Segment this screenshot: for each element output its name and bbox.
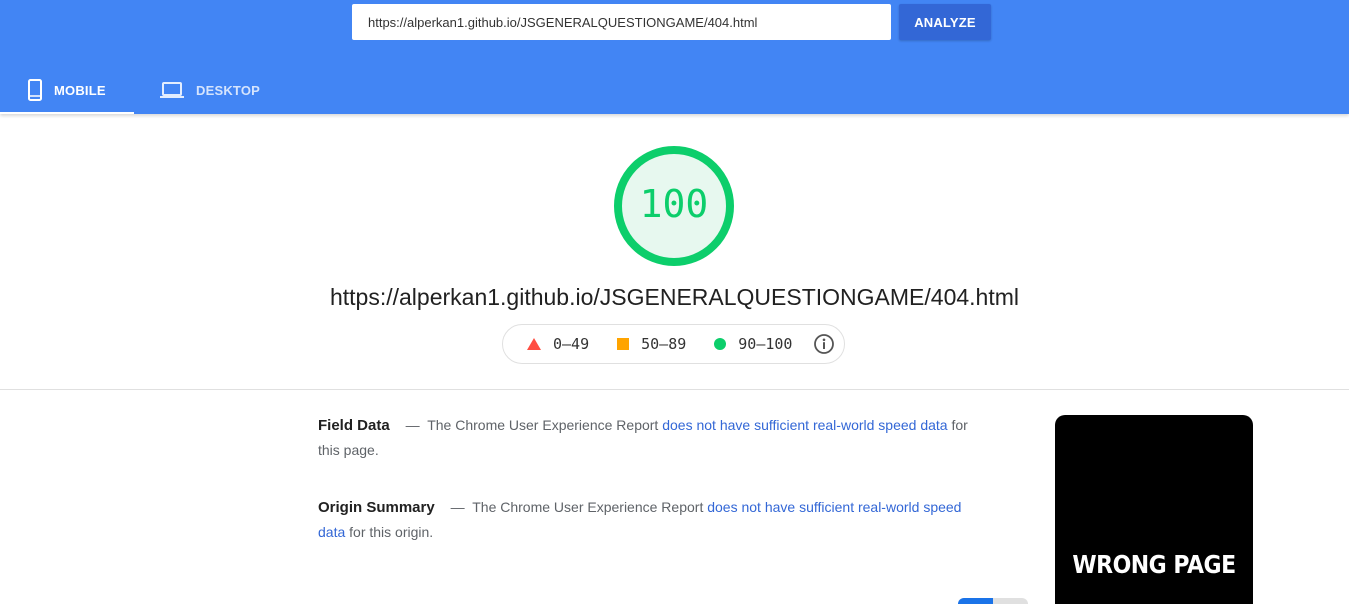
legend-item-average: 50–89 bbox=[617, 335, 686, 353]
view-toggle[interactable] bbox=[958, 598, 1028, 604]
performance-score: 100 bbox=[639, 182, 709, 226]
score-legend: 0–49 50–89 90–100 bbox=[502, 324, 845, 364]
origin-summary-title: Origin Summary bbox=[318, 499, 435, 516]
origin-summary-suffix: for this origin. bbox=[349, 524, 434, 540]
circle-icon bbox=[714, 338, 727, 350]
square-icon bbox=[617, 338, 630, 350]
field-data-link[interactable]: does not have sufficient real-world spee… bbox=[662, 417, 947, 433]
screenshot-text: WRONG PAGE bbox=[1072, 551, 1236, 580]
laptop-icon bbox=[160, 82, 184, 98]
legend-item-fail: 0–49 bbox=[527, 335, 589, 353]
tab-desktop-label: DESKTOP bbox=[196, 82, 261, 98]
legend-range-pass: 90–100 bbox=[738, 335, 793, 353]
triangle-icon bbox=[527, 338, 541, 350]
mobile-phone-icon bbox=[28, 79, 42, 101]
analyze-button[interactable]: ANALYZE bbox=[899, 4, 991, 40]
tab-desktop[interactable]: DESKTOP bbox=[134, 66, 284, 114]
section-divider bbox=[0, 389, 1349, 390]
legend-item-pass: 90–100 bbox=[714, 335, 792, 353]
page-screenshot: WRONG PAGE bbox=[1055, 415, 1253, 604]
field-data-title: Field Data bbox=[318, 417, 390, 434]
origin-summary-text: The Chrome User Experience Report bbox=[472, 499, 704, 515]
tab-mobile-label: MOBILE bbox=[54, 82, 106, 98]
tab-mobile[interactable]: MOBILE bbox=[0, 66, 134, 114]
legend-range-average: 50–89 bbox=[641, 335, 687, 353]
info-icon[interactable] bbox=[813, 333, 835, 355]
origin-summary-dash: — bbox=[450, 499, 465, 515]
legend-range-fail: 0–49 bbox=[553, 335, 590, 353]
field-data-section: Field Data — The Chrome User Experience … bbox=[318, 413, 968, 463]
url-input[interactable] bbox=[352, 4, 891, 40]
field-data-text: The Chrome User Experience Report bbox=[427, 417, 659, 433]
origin-summary-section: Origin Summary — The Chrome User Experie… bbox=[318, 495, 968, 545]
field-data-dash: — bbox=[405, 417, 420, 433]
top-bar: ANALYZE MOBILE DESKTOP bbox=[0, 0, 1349, 114]
view-toggle-active bbox=[958, 598, 993, 604]
analyzed-url: https://alperkan1.github.io/JSGENERALQUE… bbox=[329, 284, 1019, 310]
